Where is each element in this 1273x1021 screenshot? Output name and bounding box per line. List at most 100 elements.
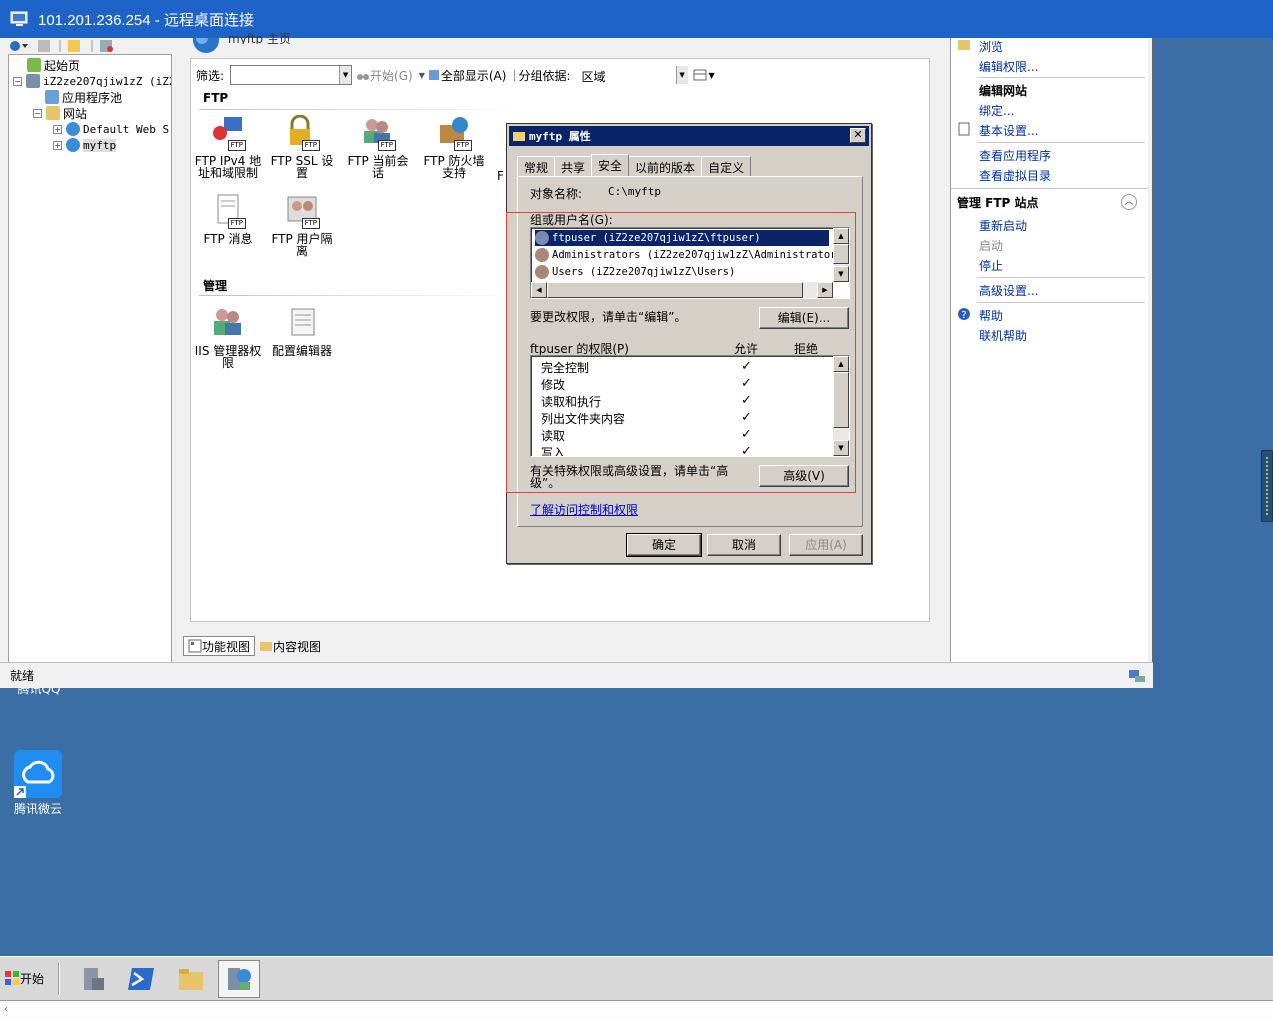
edit-permissions-button[interactable]: 编辑(E)...	[759, 307, 849, 329]
dialog-titlebar[interactable]: myftp 属性 ✕	[509, 126, 869, 146]
globe-icon	[66, 122, 80, 136]
action-advanced-settings[interactable]: 高级设置...	[979, 282, 1038, 299]
iis-manager-icon	[228, 968, 251, 990]
tab-previous-versions[interactable]: 以前的版本	[628, 156, 703, 176]
view-mode-button[interactable]: ▼	[693, 68, 715, 82]
permission-row: 写入 ✓	[541, 444, 752, 457]
scroll-left-arrow[interactable]: ◀	[531, 282, 547, 298]
users-listbox[interactable]: ftpuser (iZ2ze207qjiw1zZ\ftpuser) Admini…	[530, 227, 850, 299]
feature-config-editor[interactable]: 配置编辑器	[267, 305, 337, 357]
feature-ftp-firewall[interactable]: FTP FTP 防火墙支持	[419, 115, 489, 179]
action-bindings[interactable]: 绑定...	[979, 102, 1014, 119]
collapse-chevron-icon[interactable]: ︿	[1121, 194, 1137, 210]
globe-icon	[66, 138, 80, 152]
desktop-icon-weiyun[interactable]: 腾讯微云	[8, 750, 68, 817]
scroll-up-arrow[interactable]: ▲	[833, 228, 849, 244]
tab-sharing[interactable]: 共享	[554, 156, 593, 176]
list-item-user-ftpuser[interactable]: ftpuser (iZ2ze207qjiw1zZ\ftpuser)	[535, 230, 829, 246]
network-status-icon	[1129, 670, 1145, 682]
powershell-icon	[128, 968, 154, 990]
close-icon[interactable]: ✕	[850, 128, 866, 143]
collapse-toggle[interactable]: −	[33, 108, 42, 118]
feature-ftp-user-isolation[interactable]: FTP FTP 用户隔离	[267, 193, 337, 257]
rdp-titlebar[interactable]: 101.201.236.254 - 远程桌面连接	[0, 0, 1273, 38]
start-page-icon	[27, 58, 41, 72]
connections-tree[interactable]: 起始页 − iZ2ze207qjiw1zZ (iZ2 应用程序池 − 网站 + …	[8, 54, 172, 682]
action-online-help[interactable]: 联机帮助	[979, 327, 1027, 344]
permissions-vertical-scrollbar[interactable]: ▲ ▼	[833, 356, 849, 456]
tree-item-start-page[interactable]: 起始页	[27, 57, 80, 73]
start-button[interactable]: 开始	[4, 967, 48, 989]
taskbar-explorer[interactable]	[170, 960, 212, 998]
action-browse[interactable]: 浏览	[979, 38, 1003, 55]
scroll-down-arrow[interactable]: ▼	[833, 440, 849, 456]
feature-ftp-ip-restrictions[interactable]: FTP FTP IPv4 地址和域限制	[193, 115, 263, 179]
group-icon	[535, 265, 549, 279]
ok-button[interactable]: 确定	[626, 533, 702, 557]
action-view-virtual-dirs[interactable]: 查看虚拟目录	[979, 167, 1051, 184]
action-edit-permissions[interactable]: 编辑权限...	[979, 58, 1038, 75]
status-bar: 就绪	[0, 662, 1153, 688]
tab-features-view[interactable]: 功能视图	[183, 636, 256, 656]
cancel-button[interactable]: 取消	[707, 534, 781, 556]
filter-input[interactable]: ▼	[230, 65, 353, 85]
dropdown-arrow-icon[interactable]: ▼	[419, 71, 425, 80]
tree-item-default-web-site[interactable]: + Default Web S:	[53, 121, 171, 137]
action-basic-settings[interactable]: 基本设置...	[979, 122, 1038, 139]
start-filter-button[interactable]: 开始(G)	[356, 67, 413, 84]
advanced-button[interactable]: 高级(V)	[759, 465, 849, 487]
users-vertical-scrollbar[interactable]: ▲ ▼	[833, 228, 849, 282]
scroll-thumb[interactable]	[833, 372, 849, 428]
action-help[interactable]: 帮助	[979, 307, 1003, 324]
allow-check: ✓	[741, 427, 752, 442]
scroll-thumb[interactable]	[833, 244, 849, 264]
group-users-label: 组或用户名(G):	[530, 213, 613, 227]
browse-icon	[958, 40, 970, 50]
collapse-toggle[interactable]: −	[13, 76, 22, 86]
object-name-label: 对象名称:	[530, 187, 583, 201]
scroll-thumb[interactable]	[547, 282, 803, 298]
expand-toggle[interactable]: +	[53, 124, 62, 134]
tree-item-app-pools[interactable]: 应用程序池	[45, 89, 122, 105]
scroll-up-arrow[interactable]: ▲	[833, 356, 849, 372]
tree-item-sites[interactable]: − 网站	[33, 105, 87, 121]
learn-access-control-link[interactable]: 了解访问控制和权限	[530, 501, 638, 518]
scroll-down-arrow[interactable]: ▼	[833, 266, 849, 282]
list-item-group-administrators[interactable]: Administrators (iZ2ze207qjiw1zZ\Administ…	[535, 247, 849, 263]
show-all-button[interactable]: 全部显示(A)	[427, 67, 506, 84]
list-item-group-users[interactable]: Users (iZ2ze207qjiw1zZ\Users)	[535, 264, 735, 280]
action-restart[interactable]: 重新启动	[979, 217, 1027, 234]
tab-customize[interactable]: 自定义	[701, 156, 752, 176]
group-by-select[interactable]: 区域 ▼	[577, 65, 689, 85]
feature-ftp-ssl[interactable]: FTP FTP SSL 设置	[267, 114, 337, 179]
side-scroll-handle[interactable]	[1261, 450, 1273, 522]
taskbar-server-manager[interactable]	[72, 960, 114, 998]
change-permissions-hint: 要更改权限，请单击“编辑”。	[530, 310, 687, 324]
feature-ftp-messages[interactable]: FTP FTP 消息	[193, 193, 263, 245]
permissions-list[interactable]: 完全控制 ✓ 修改 ✓ 读取和执行 ✓ 列出文件夹内容 ✓ 读取 ✓ 写入 ✓	[530, 355, 850, 457]
rdp-bottom-scrollbar[interactable]: ‹	[0, 1000, 1273, 1021]
server-manager-icon	[84, 968, 104, 990]
view-tabs: 功能视图 内容视图	[183, 636, 325, 656]
dropdown-arrow-icon[interactable]: ▼	[675, 66, 688, 84]
feature-ftp-sessions[interactable]: FTP FTP 当前会话	[343, 115, 413, 179]
binoculars-icon	[357, 74, 370, 80]
tab-security[interactable]: 安全	[591, 154, 630, 176]
taskbar-powershell[interactable]	[120, 960, 162, 998]
expand-toggle[interactable]: +	[53, 140, 62, 150]
app-pool-icon	[45, 90, 59, 104]
action-stop[interactable]: 停止	[979, 257, 1003, 274]
scroll-left-arrow[interactable]: ‹	[4, 1004, 8, 1015]
taskbar-iis-manager[interactable]	[218, 960, 260, 998]
group-title-management: 管理	[203, 279, 228, 293]
tab-content-view[interactable]: 内容视图	[255, 636, 325, 656]
users-horizontal-scrollbar[interactable]: ◀ ▶	[531, 282, 833, 298]
scroll-right-arrow[interactable]: ▶	[817, 282, 833, 298]
tree-item-myftp[interactable]: + myftp	[53, 137, 117, 153]
action-view-applications[interactable]: 查看应用程序	[979, 147, 1051, 164]
feature-iis-manager-permissions[interactable]: IIS 管理器权限	[193, 305, 263, 369]
tree-item-server[interactable]: − iZ2ze207qjiw1zZ (iZ2	[13, 73, 171, 89]
tab-general[interactable]: 常规	[517, 156, 556, 176]
folder-icon	[513, 132, 525, 141]
dropdown-arrow-icon[interactable]: ▼	[339, 66, 352, 84]
